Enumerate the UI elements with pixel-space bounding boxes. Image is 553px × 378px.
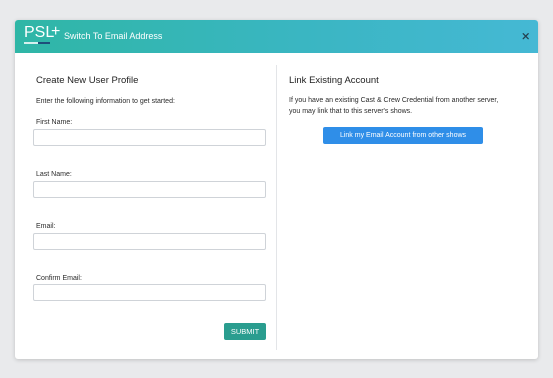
logo-text: PSL [24, 24, 55, 41]
last-name-label: Last Name: [36, 171, 72, 178]
create-profile-title: Create New User Profile [36, 75, 139, 86]
last-name-input[interactable] [33, 181, 266, 198]
logo-underline [24, 42, 64, 44]
modal-header: PSL + Switch To Email Address [15, 20, 538, 53]
confirm-email-label: Confirm Email: [36, 275, 82, 282]
link-account-description-line1: If you have an existing Cast & Crew Cred… [289, 97, 499, 104]
confirm-email-input[interactable] [33, 284, 266, 301]
logo-plus: + [51, 23, 61, 40]
close-icon[interactable] [520, 29, 532, 43]
link-account-title: Link Existing Account [289, 75, 379, 86]
link-account-description-line2: you may link that to this server's shows… [289, 108, 413, 115]
email-input[interactable] [33, 233, 266, 250]
submit-button[interactable]: SUBMIT [224, 323, 266, 340]
link-email-account-button[interactable]: Link my Email Account from other shows [323, 127, 483, 144]
first-name-label: First Name: [36, 119, 73, 126]
switch-email-modal: PSL + Switch To Email Address Create New… [15, 20, 538, 359]
column-divider [276, 65, 277, 350]
first-name-input[interactable] [33, 129, 266, 146]
modal-title: Switch To Email Address [64, 31, 163, 41]
create-profile-intro: Enter the following information to get s… [36, 98, 175, 105]
psl-logo: PSL + [24, 23, 64, 49]
email-label: Email: [36, 223, 56, 230]
